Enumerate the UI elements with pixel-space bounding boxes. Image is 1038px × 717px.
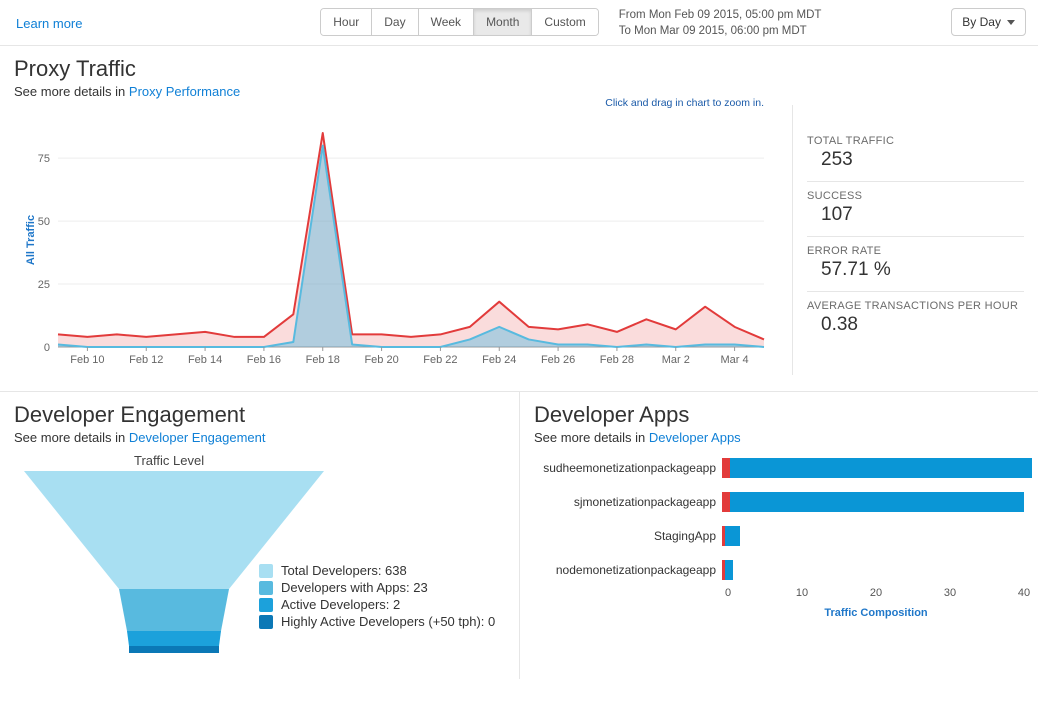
legend-item: Total Developers: 638 [259,563,495,578]
developer-apps-section: Developer Apps See more details in Devel… [519,392,1038,679]
seg-day-button[interactable]: Day [372,9,418,35]
apps-x-axis: 010203040 [728,587,1024,605]
svg-text:Feb 14: Feb 14 [188,354,222,366]
bar-track [722,458,1024,478]
proxy-stats: TOTAL TRAFFIC 253 SUCCESS 107 ERROR RATE… [792,105,1024,375]
funnel-chart[interactable]: Traffic Level Total Developers: 638 Deve… [14,453,505,663]
svg-text:Feb 12: Feb 12 [129,354,163,366]
svg-text:Feb 16: Feb 16 [247,354,281,366]
svg-text:Mar 4: Mar 4 [721,354,749,366]
bar-track [722,560,1024,580]
granularity-label: By Day [962,15,1001,29]
date-range-display: From Mon Feb 09 2015, 05:00 pm MDT To Mo… [613,8,828,39]
svg-text:Feb 10: Feb 10 [70,354,104,366]
axis-tick: 0 [725,587,731,599]
proxy-traffic-section: Proxy Traffic See more details in Proxy … [0,46,1038,391]
axis-tick: 20 [870,587,882,599]
axis-tick: 40 [1018,587,1030,599]
bar-error [722,458,730,478]
swatch-icon [259,615,273,629]
legend-item: Active Developers: 2 [259,597,495,612]
chevron-down-icon [1007,20,1015,25]
engagement-title: Developer Engagement [14,402,505,428]
proxy-traffic-chart[interactable]: Click and drag in chart to zoom in. All … [14,105,774,375]
proxy-performance-link[interactable]: Proxy Performance [129,84,240,99]
axis-tick: 30 [944,587,956,599]
svg-text:Feb 26: Feb 26 [541,354,575,366]
apps-x-axis-label: Traffic Composition [728,607,1024,619]
developer-engagement-link[interactable]: Developer Engagement [129,430,266,445]
svg-text:75: 75 [38,153,50,165]
apps-title: Developer Apps [534,402,1024,428]
stat-error-rate: ERROR RATE 57.71 % [807,236,1024,291]
svg-text:Feb 24: Feb 24 [482,354,516,366]
range-from-label: From [619,9,646,21]
bar-category-label: nodemonetizationpackageapp [534,563,722,577]
bar-row[interactable]: StagingApp [534,519,1024,553]
svg-text:Feb 22: Feb 22 [423,354,457,366]
bar-success [730,492,1024,512]
bar-error [722,492,730,512]
seg-hour-button[interactable]: Hour [321,9,372,35]
svg-text:50: 50 [38,216,50,228]
svg-text:Mar 2: Mar 2 [662,354,690,366]
bar-row[interactable]: sudheemonetizationpackageapp [534,451,1024,485]
developer-engagement-section: Developer Engagement See more details in… [0,392,519,679]
svg-text:0: 0 [44,342,50,354]
learn-more-link[interactable]: Learn more [16,16,82,31]
seg-custom-button[interactable]: Custom [532,9,597,35]
swatch-icon [259,564,273,578]
time-range-segmented: Hour Day Week Month Custom [320,8,599,36]
proxy-y-axis-label: All Traffic [25,215,37,265]
bar-track [722,492,1024,512]
bar-row[interactable]: nodemonetizationpackageapp [534,553,1024,587]
bottom-row: Developer Engagement See more details in… [0,392,1038,679]
swatch-icon [259,581,273,595]
bar-category-label: sudheemonetizationpackageapp [534,461,722,475]
stat-avg-tph: AVERAGE TRANSACTIONS PER HOUR 0.38 [807,291,1024,346]
legend-item: Highly Active Developers (+50 tph): 0 [259,614,495,629]
apps-bar-chart[interactable]: sudheemonetizationpackageapp sjmonetizati… [534,451,1024,587]
svg-text:Feb 18: Feb 18 [306,354,340,366]
range-to-value: Mon Mar 09 2015, 06:00 pm MDT [634,25,807,37]
axis-tick: 10 [796,587,808,599]
svg-text:Feb 28: Feb 28 [600,354,634,366]
funnel-legend: Total Developers: 638 Developers with Ap… [259,561,495,631]
bar-success [725,526,740,546]
bar-row[interactable]: sjmonetizationpackageapp [534,485,1024,519]
funnel-title: Traffic Level [134,453,204,468]
granularity-dropdown[interactable]: By Day [951,8,1026,36]
developer-apps-link[interactable]: Developer Apps [649,430,741,445]
svg-text:25: 25 [38,279,50,291]
zoom-hint: Click and drag in chart to zoom in. [605,97,764,109]
engagement-subtitle: See more details in Developer Engagement [14,430,505,445]
range-from-value: Mon Feb 09 2015, 05:00 pm MDT [649,9,822,21]
range-to-label: To [619,25,631,37]
svg-text:Feb 20: Feb 20 [364,354,398,366]
bar-success [730,458,1032,478]
apps-subtitle: See more details in Developer Apps [534,430,1024,445]
bar-category-label: StagingApp [534,529,722,543]
legend-item: Developers with Apps: 23 [259,580,495,595]
seg-week-button[interactable]: Week [419,9,474,35]
toolbar: Learn more Hour Day Week Month Custom Fr… [0,0,1038,45]
swatch-icon [259,598,273,612]
bar-success [725,560,733,580]
bar-track [722,526,1024,546]
proxy-subtitle: See more details in Proxy Performance [14,84,1024,99]
stat-total-traffic: TOTAL TRAFFIC 253 [807,127,1024,181]
bar-category-label: sjmonetizationpackageapp [534,495,722,509]
proxy-traffic-title: Proxy Traffic [14,56,1024,82]
stat-success: SUCCESS 107 [807,181,1024,236]
seg-month-button[interactable]: Month [474,9,532,35]
